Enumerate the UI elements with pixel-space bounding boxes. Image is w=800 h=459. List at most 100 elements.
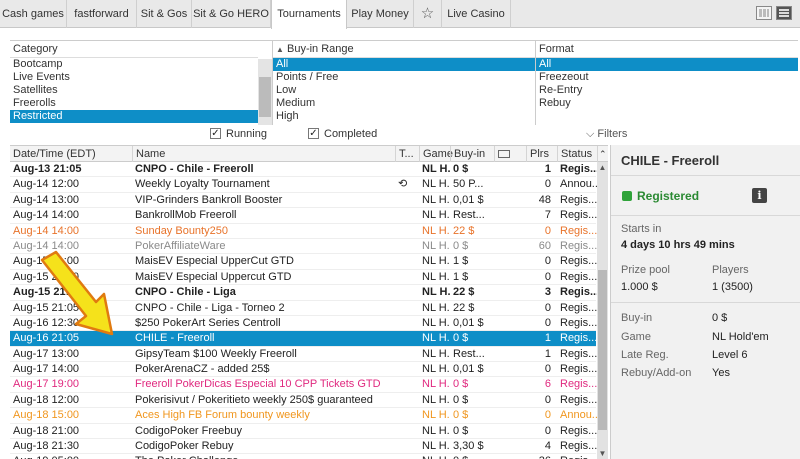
running-checkbox[interactable]: ✓: [210, 128, 221, 139]
cell-status: Regis...: [560, 393, 597, 406]
cell-t: ⟲: [398, 178, 408, 191]
table-row[interactable]: Aug-17 19:00 Freeroll PokerDicas Especial…: [10, 377, 597, 393]
chevron-down-icon: ⌵: [586, 128, 595, 140]
table-body: Aug-13 21:05 CNPO - Chile - Freeroll NL H.…: [10, 162, 597, 459]
cell-t: [395, 270, 419, 285]
grid-view-toggle[interactable]: [756, 6, 772, 20]
table-row[interactable]: Aug-15 21:05 CNPO - Chile - Liga NL H...22…: [10, 285, 597, 301]
table-row[interactable]: Aug-14 13:00 VIP-Grinders Bankroll Booste…: [10, 193, 597, 209]
table-row[interactable]: Aug-13 21:05 CNPO - Chile - Freeroll NL H.…: [10, 162, 597, 178]
cell-name: CodigoPoker Freebuy: [135, 424, 243, 437]
cell-status: Regis...: [560, 424, 597, 437]
cell-date: Aug-16 12:30: [13, 316, 80, 329]
buyin-option-low[interactable]: Low: [273, 84, 535, 97]
buyin-label: Buy-in: [621, 312, 653, 324]
tab-live-casino[interactable]: Live Casino: [442, 0, 511, 28]
category-scrollbar[interactable]: [258, 59, 272, 125]
table-row[interactable]: Aug-18 15:00 Aces High FB Forum bounty we…: [10, 408, 597, 424]
category-option-bootcamp[interactable]: Bootcamp: [10, 58, 258, 71]
starts-value: 4 days 10 hrs 49 mins: [621, 239, 735, 251]
cell-t: [395, 301, 419, 316]
cell-game: NL H...: [422, 209, 450, 222]
table-row[interactable]: Aug-17 13:00 GipsyTeam $100 Weekly Freero…: [10, 347, 597, 363]
table-row[interactable]: Aug-14 12:00 Weekly Loyalty Tournament ⟲ NL…: [10, 177, 597, 193]
category-option-restricted[interactable]: Restricted: [10, 110, 258, 123]
table-row[interactable]: Aug-18 21:30 CodigoPoker Rebuy NL H...3,30…: [10, 439, 597, 455]
column-header-plrs[interactable]: Plrs: [526, 146, 557, 162]
category-filter-header: Category: [10, 41, 258, 58]
buyin-option-high[interactable]: High: [273, 110, 535, 123]
category-option-satellites[interactable]: Satellites: [10, 84, 258, 97]
table-row[interactable]: Aug-15 21:00 MaisEV Especial Uppercut GTD…: [10, 270, 597, 286]
cell-date: Aug-15 21:05: [13, 301, 80, 314]
completed-checkbox[interactable]: ✓: [308, 128, 319, 139]
scroll-down-icon[interactable]: ▼: [597, 448, 608, 459]
game-value: NL Hold'em: [712, 331, 769, 343]
cell-name: Sunday Bounty250: [135, 224, 228, 237]
table-row[interactable]: Aug-16 21:05 CHILE - Freeroll NL H...0 $ 1R…: [10, 331, 597, 347]
cell-plrs: 6: [544, 378, 551, 391]
cell-status: Regis...: [560, 363, 597, 376]
buyin-option-all[interactable]: All: [273, 58, 535, 71]
buyin-option-points-free[interactable]: Points / Free: [273, 71, 535, 84]
column-header-date-time-edt[interactable]: Date/Time (EDT): [10, 146, 132, 162]
table-row[interactable]: Aug-19 05:00The Poker Challenge NL H...0 …: [10, 454, 597, 459]
cell-status: Regis...: [560, 224, 597, 237]
table-row[interactable]: Aug-14 14:00 PokerAffiliateWare NL H...0 $…: [10, 239, 597, 255]
tab-cash-games[interactable]: Cash games: [0, 0, 67, 28]
tab-sit-gos[interactable]: Sit & Gos: [137, 0, 192, 28]
table-row[interactable]: Aug-14 14:00BankrollMob FreerollNL H...R…: [10, 208, 597, 224]
category-option-live-events[interactable]: Live Events: [10, 71, 258, 84]
column-header-ticket[interactable]: [494, 146, 526, 162]
filters-toggle-button[interactable]: ⌵ Filters: [586, 128, 627, 141]
detail-title: CHILE - Freeroll: [621, 153, 720, 168]
cell-plrs: 60: [538, 239, 551, 252]
column-header-status[interactable]: Status: [557, 146, 597, 162]
status-checkbox-row: ✓ Running ✓ Completed: [10, 126, 610, 144]
table-row[interactable]: Aug-17 14:00 PokerArenaCZ - added 25$ NL H…: [10, 362, 597, 378]
column-collapse-icon[interactable]: ⌃: [597, 146, 608, 162]
tab-tournaments[interactable]: Tournaments: [271, 0, 347, 29]
buyin-option-medium[interactable]: Medium: [273, 97, 535, 110]
cell-date: Aug-17 19:00: [13, 378, 80, 391]
tab-sit-go-hero[interactable]: Sit & Go HERO: [192, 0, 271, 28]
column-header-t[interactable]: T...: [395, 146, 419, 162]
cell-date: Aug-14 14:00: [13, 224, 80, 237]
list-view-toggle[interactable]: [776, 6, 792, 20]
cell-name: BankrollMob Freeroll: [135, 209, 237, 222]
tab-fastforward[interactable]: fastforward: [67, 0, 137, 28]
cell-plrs: 0: [544, 363, 551, 376]
column-header-name[interactable]: Name: [132, 146, 395, 162]
cell-buyin: 1 $: [453, 270, 469, 283]
cell-game: NL H...: [422, 178, 450, 191]
scroll-up-icon[interactable]: ▲: [597, 162, 608, 173]
table-row[interactable]: Aug-15 21:00 MaisEV Especial UpperCut GTD…: [10, 254, 597, 270]
cell-name: CNPO - Chile - Freeroll: [135, 163, 254, 175]
table-row[interactable]: Aug-15 21:05 CNPO - Chile - Liga - Torneo…: [10, 301, 597, 316]
cell-name: GipsyTeam $100 Weekly Freeroll: [135, 347, 297, 360]
column-header-buy-in[interactable]: Buy-in: [450, 146, 494, 162]
table-row[interactable]: Aug-18 21:00 CodigoPoker Freebuy NL H...0 …: [10, 424, 597, 440]
late-reg-label: Late Reg.: [621, 349, 669, 361]
info-icon[interactable]: i: [752, 188, 767, 203]
cell-name: PokerArenaCZ - added 25$: [135, 363, 270, 376]
tab-play-money[interactable]: Play Money: [347, 0, 414, 28]
format-option-rebuy[interactable]: Rebuy: [536, 97, 798, 110]
cell-name: The Poker Challenge: [132, 454, 395, 459]
category-option-freerolls[interactable]: Freerolls: [10, 97, 258, 110]
format-option-re-entry[interactable]: Re-Entry: [536, 84, 798, 97]
cell-plrs: 7: [544, 209, 551, 222]
table-row[interactable]: Aug-14 14:00 Sunday Bounty250 NL H...22 $ 0…: [10, 224, 597, 239]
format-option-all[interactable]: All: [536, 58, 798, 71]
table-scrollbar[interactable]: ▲ ▼: [597, 162, 608, 459]
collapse-icon[interactable]: ▲: [276, 45, 284, 54]
format-option-freezeout[interactable]: Freezeout: [536, 71, 798, 84]
filter-panel: Category Bootcamp Live Events Satellites Fr…: [10, 40, 798, 125]
cell-status: Regis...: [560, 239, 597, 252]
table-row[interactable]: Aug-16 12:30 $250 PokerArt Series Centrol…: [10, 316, 597, 332]
cell-buyin: 22 $: [453, 301, 475, 314]
favorites-star-icon[interactable]: ☆: [414, 0, 442, 28]
table-row[interactable]: Aug-18 12:00 Pokerisivut / Pokeritieto we…: [10, 393, 597, 409]
column-header-game[interactable]: Game: [419, 146, 453, 162]
cell-buyin: 0 $: [453, 424, 469, 437]
